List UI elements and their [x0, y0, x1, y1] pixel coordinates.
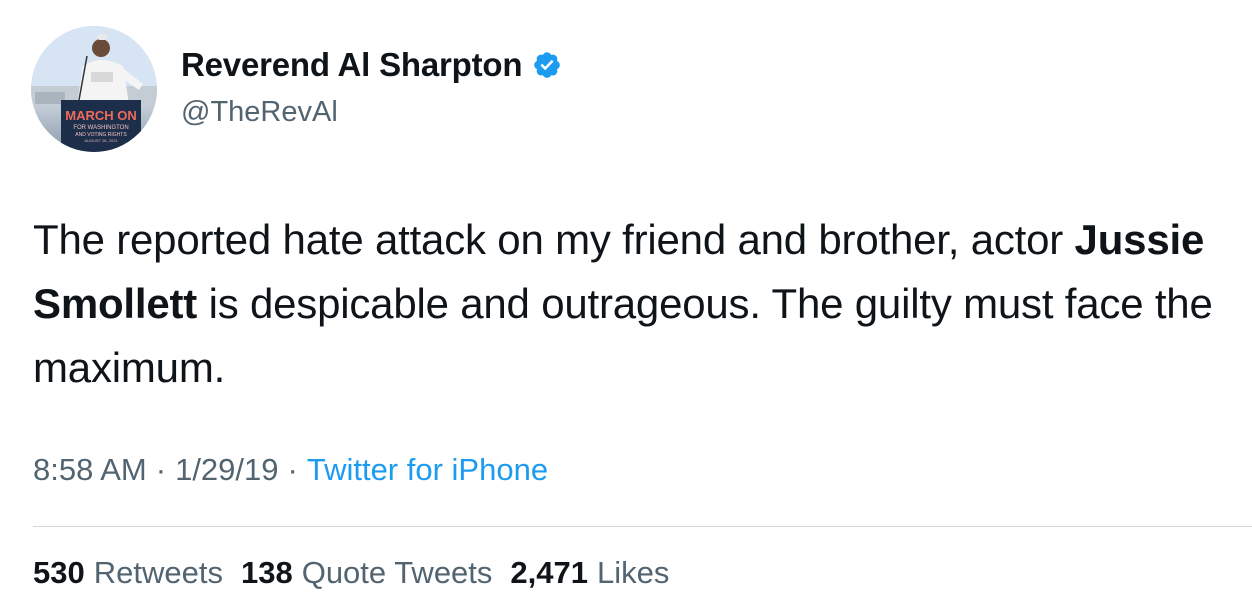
- author-handle[interactable]: @TheRevAl: [181, 96, 338, 129]
- tweet-date[interactable]: 1/29/19: [175, 452, 278, 488]
- verified-badge-icon: [532, 50, 562, 80]
- author-display-name[interactable]: Reverend Al Sharpton: [181, 46, 523, 84]
- avatar-sign-title: MARCH ON: [65, 108, 137, 123]
- avatar-sign-line-3: AUGUST 28, 2021: [84, 138, 118, 143]
- quote-tweets-label: Quote Tweets: [301, 555, 493, 590]
- likes-label: Likes: [597, 555, 670, 590]
- tweet-source-link[interactable]: Twitter for iPhone: [307, 452, 548, 488]
- avatar-photo: MARCH ON FOR WASHINGTON AND VOTING RIGHT…: [31, 26, 157, 152]
- likes-count: 2,471: [510, 555, 588, 590]
- avatar-sign-line-1: FOR WASHINGTON: [73, 125, 128, 131]
- tweet-time[interactable]: 8:58 AM: [33, 452, 147, 488]
- quote-tweets-count: 138: [240, 555, 293, 590]
- meta-separator: ·: [287, 452, 298, 487]
- quote-tweets-stat[interactable]: 138 Quote Tweets: [241, 555, 492, 591]
- avatar[interactable]: MARCH ON FOR WASHINGTON AND VOTING RIGHT…: [31, 26, 157, 152]
- meta-separator: ·: [155, 452, 167, 487]
- tweet-text-part-2: is despicable and outrageous. The guilty…: [33, 280, 1213, 391]
- retweets-stat[interactable]: 530 Retweets: [33, 555, 223, 591]
- tweet-text: The reported hate attack on my friend an…: [33, 208, 1245, 400]
- tweet-meta: 8:58 AM · 1/29/19 · Twitter for iPhone: [33, 452, 548, 488]
- likes-stat[interactable]: 2,471 Likes: [510, 555, 669, 591]
- tweet-stats: 530 Retweets 138 Quote Tweets 2,471 Like…: [33, 555, 687, 591]
- retweets-label: Retweets: [93, 555, 223, 590]
- tweet-text-part-1: The reported hate attack on my friend an…: [33, 216, 1075, 263]
- divider: [33, 526, 1252, 527]
- retweets-count: 530: [33, 555, 85, 590]
- author-name-row: Reverend Al Sharpton: [181, 46, 562, 84]
